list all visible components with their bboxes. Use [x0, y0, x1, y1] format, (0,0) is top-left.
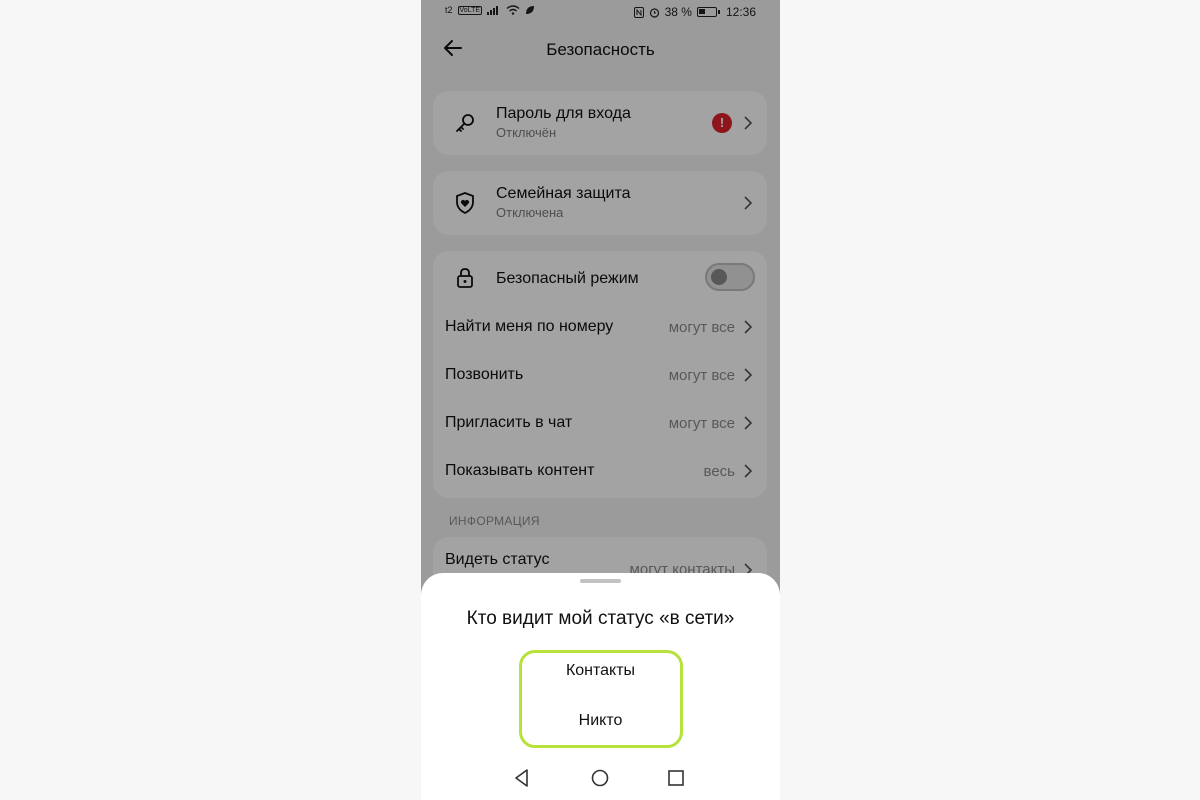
nav-recents-icon[interactable]	[665, 767, 687, 789]
system-nav-bar	[421, 767, 780, 793]
option-contacts[interactable]: Контакты	[421, 662, 780, 680]
phone-screen: t2 VoLTE 38 % 12:36 Безопасность Пароль …	[421, 0, 780, 800]
bottom-sheet: Кто видит мой статус «в сети» Контакты Н…	[421, 573, 780, 800]
sheet-drag-handle[interactable]	[580, 579, 621, 583]
nav-home-icon[interactable]	[589, 767, 611, 789]
sheet-title: Кто видит мой статус «в сети»	[466, 608, 735, 629]
nav-back-icon[interactable]	[511, 767, 533, 789]
option-nobody[interactable]: Никто	[421, 712, 780, 730]
